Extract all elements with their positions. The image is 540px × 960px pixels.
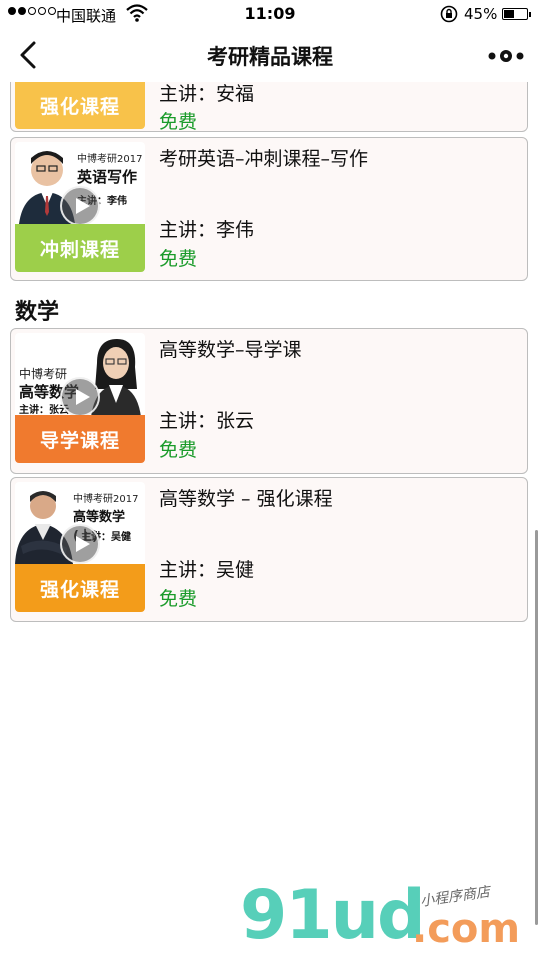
status-bar: 中国联通 11:09 45% [0, 0, 540, 30]
scrollbar[interactable] [535, 530, 538, 925]
course-card[interactable]: 中博考研 高等数学 主讲：张云 导学课程 高等数学–导学课 主讲：张云 免费 [10, 328, 528, 474]
section-heading: 数学 [15, 300, 60, 325]
course-thumbnail[interactable]: 强化课程 [15, 82, 145, 129]
course-price: 免费 [159, 439, 198, 461]
course-title: 高等数学–导学课 [159, 339, 302, 361]
course-lecturer: 主讲：吴健 [159, 559, 255, 581]
watermark-suffix: .com [412, 906, 521, 952]
watermark-logo: 91ud .com 小程序商店 [240, 880, 540, 960]
rotation-lock-icon [440, 5, 458, 23]
battery-icon [502, 8, 531, 20]
battery-fill [504, 10, 514, 18]
course-card[interactable]: 强化课程 主讲：安福 免费 [10, 82, 528, 133]
thumb-subject: 英语写作 [77, 168, 138, 186]
thumb-band: 冲刺课程 [15, 224, 145, 272]
course-title: 考研英语–冲刺课程–写作 [159, 148, 369, 170]
course-lecturer: 主讲：李伟 [159, 219, 255, 241]
thumb-brand: 中博考研 [19, 367, 68, 381]
thumb-brand: 中博考研2017 [73, 494, 139, 505]
play-icon[interactable] [60, 186, 100, 226]
page-title: 考研精品课程 [207, 45, 333, 69]
watermark-main: 91ud [240, 876, 426, 955]
clock: 11:09 [244, 4, 296, 23]
course-list[interactable]: 强化课程 主讲：安福 免费 中博考研2017 英语写作 主讲：李伟 冲刺课程 考… [0, 82, 540, 960]
play-icon[interactable] [60, 524, 100, 564]
course-price: 免费 [159, 248, 198, 270]
course-card[interactable]: 中博考研2017 英语写作 主讲：李伟 冲刺课程 考研英语–冲刺课程–写作 主讲… [10, 137, 528, 281]
course-price: 免费 [159, 588, 198, 610]
course-card[interactable]: 中博考研2017 高等数学(上) 主讲：吴健 强化课程 高等数学 – 强化课程 … [10, 477, 528, 622]
course-lecturer: 主讲：张云 [159, 410, 255, 432]
thumb-band: 强化课程 [15, 82, 145, 129]
course-thumbnail[interactable]: 中博考研2017 英语写作 主讲：李伟 冲刺课程 [15, 142, 145, 272]
thumb-band: 强化课程 [15, 564, 145, 612]
course-title: 高等数学 – 强化课程 [159, 488, 333, 510]
thumb-brand: 中博考研2017 [77, 154, 143, 165]
course-thumbnail[interactable]: 中博考研 高等数学 主讲：张云 导学课程 [15, 333, 145, 463]
thumb-band: 导学课程 [15, 415, 145, 463]
battery-percent: 45% [464, 5, 498, 23]
nav-bar: 考研精品课程 [0, 30, 540, 82]
more-dots-icon[interactable] [486, 44, 526, 68]
course-lecturer: 主讲：安福 [159, 83, 255, 105]
course-price: 免费 [159, 111, 198, 133]
course-thumbnail[interactable]: 中博考研2017 高等数学(上) 主讲：吴健 强化课程 [15, 482, 145, 612]
play-icon[interactable] [60, 377, 100, 417]
